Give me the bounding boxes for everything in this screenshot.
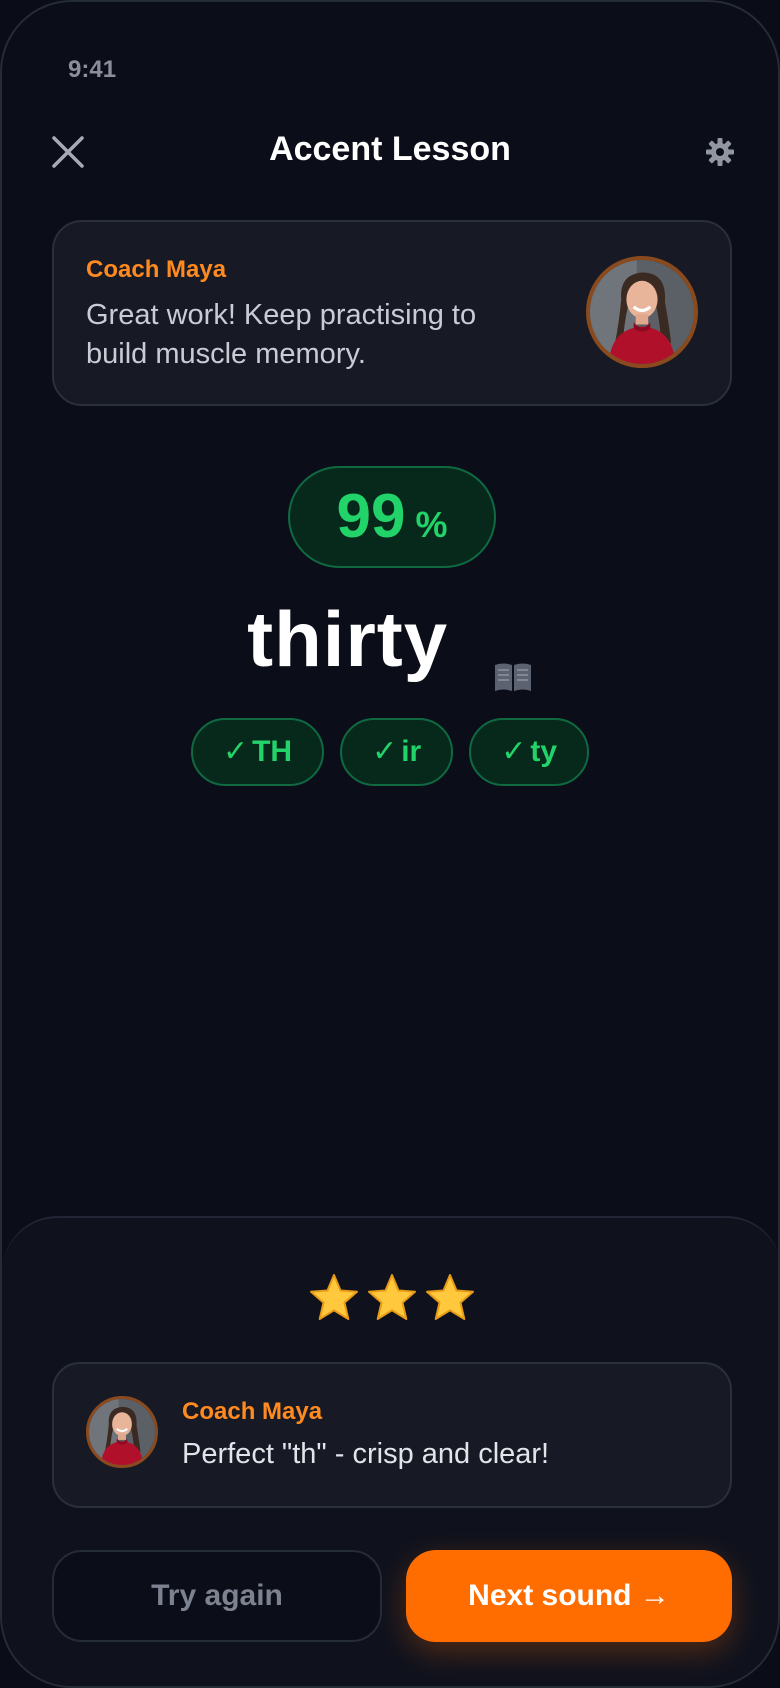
score-value: 99 <box>336 482 406 551</box>
gear-icon <box>706 138 734 166</box>
phoneme-chips: ✓ TH ✓ ir ✓ ty <box>2 718 778 786</box>
phoneme-chip-ty[interactable]: ✓ ty <box>469 718 590 786</box>
coach-card: Coach Maya Great work! Keep practising t… <box>52 220 732 406</box>
coach-name: Coach Maya <box>86 256 227 283</box>
open-book-icon[interactable] <box>493 622 533 692</box>
settings-button[interactable] <box>704 136 736 168</box>
word-text: thirty <box>247 595 449 683</box>
try-again-button[interactable]: Try again <box>52 1550 382 1642</box>
target-word: thirty <box>2 594 778 692</box>
check-icon: ✓ <box>501 735 527 768</box>
phone-screen: 9:41 Accent Lesson Coach Maya Great work… <box>0 0 780 1688</box>
phoneme-chip-th[interactable]: ✓ TH <box>190 718 325 786</box>
page-title: Accent Lesson <box>269 130 511 168</box>
check-icon: ✓ <box>372 735 398 768</box>
status-time: 9:41 <box>68 56 117 83</box>
phoneme-chip-ir[interactable]: ✓ ir <box>340 718 454 786</box>
score-badge: 99% <box>288 466 496 568</box>
check-icon: ✓ <box>222 735 249 768</box>
next-sound-button[interactable]: Next sound → <box>406 1550 732 1642</box>
phoneme-label: ir <box>401 735 422 768</box>
star-icon <box>426 1274 474 1320</box>
phoneme-label: ty <box>530 735 558 768</box>
result-sheet: Coach Maya Perfect "th" - crisp and clea… <box>2 1216 778 1686</box>
feedback-coach-name: Coach Maya <box>182 1398 323 1425</box>
coach-message: Great work! Keep practising to build mus… <box>86 299 477 370</box>
score-unit: % <box>415 504 448 545</box>
feedback-card: Coach Maya Perfect "th" - crisp and clea… <box>52 1362 732 1508</box>
star-icon <box>310 1274 358 1320</box>
star-icon <box>368 1274 416 1320</box>
feedback-message: Perfect "th" - crisp and clear! <box>182 1438 550 1470</box>
star-rating <box>2 1272 778 1324</box>
phoneme-label: TH <box>252 735 293 768</box>
coach-avatar-small <box>86 1396 158 1468</box>
coach-avatar <box>586 256 698 368</box>
